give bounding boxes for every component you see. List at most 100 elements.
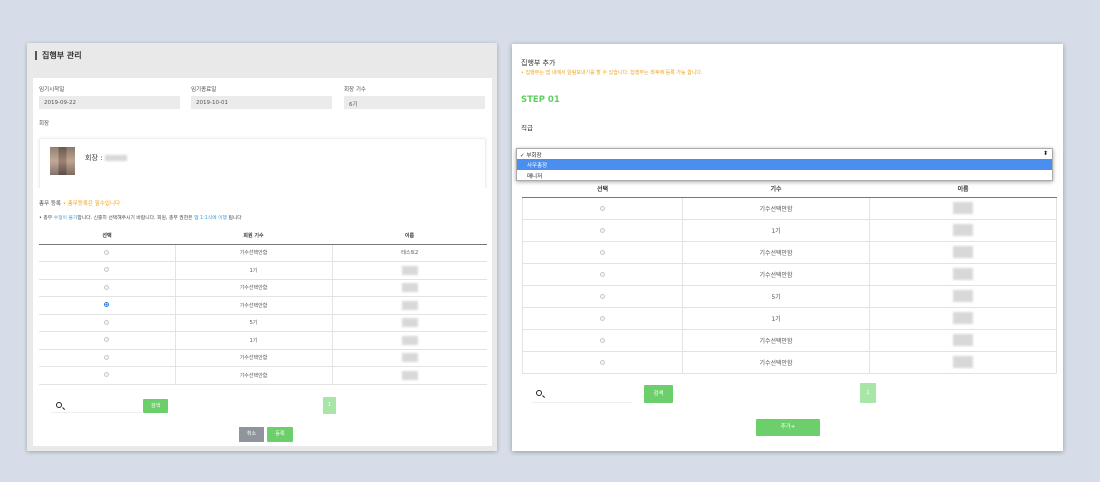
select-radio[interactable] — [600, 337, 605, 343]
select-cell — [522, 285, 683, 308]
term-start-field[interactable]: 2019-09-22 — [39, 96, 180, 109]
note-highlight-2: 앱 1:1식에 이행 — [194, 216, 227, 221]
table-row[interactable]: 1기 — [522, 219, 1057, 242]
table-row[interactable]: 기수선택안함 — [39, 296, 487, 315]
panel-header: 집행부 관리 — [27, 43, 497, 73]
select-cell — [39, 331, 176, 350]
col-header-name: 이름 — [869, 181, 1057, 198]
table-row[interactable]: 기수선택안함 — [522, 329, 1057, 352]
select-radio[interactable] — [600, 271, 605, 277]
title-bar-marker — [35, 51, 37, 60]
blurred-name — [953, 224, 973, 236]
select-radio[interactable] — [104, 267, 110, 273]
rank-label: 직급 — [521, 124, 533, 132]
note-suffix: 됩니다 — [226, 216, 242, 221]
table-row[interactable]: 기수선택안함 — [39, 279, 487, 297]
cancel-button[interactable]: 취소 — [239, 427, 264, 442]
table-row[interactable]: 5기 — [522, 285, 1057, 308]
select-radio[interactable] — [104, 249, 110, 255]
term-end-field[interactable]: 2019-10-01 — [191, 96, 332, 109]
name-cell — [332, 366, 487, 385]
table-row[interactable]: 기수선택안함 — [522, 263, 1057, 286]
updown-caret-icon: ⬍ — [1042, 150, 1048, 157]
table-row[interactable]: 기수선택안함 테스트2 — [39, 244, 487, 262]
term-start-label: 임기시작일 — [39, 87, 65, 93]
name-cell — [332, 296, 487, 315]
select-radio[interactable] — [600, 249, 605, 255]
rank-select-current[interactable]: ✓ 부회장 ⬍ — [517, 149, 1052, 159]
select-radio[interactable] — [104, 319, 110, 325]
select-cell — [39, 296, 176, 315]
table-row[interactable]: 기수선택안함 — [522, 197, 1057, 220]
add-button[interactable]: 추가+ — [756, 419, 820, 436]
treasurer-register-card: 총무 등록 • 총무등록은 필수입니다 • 총무 수정이 불가합니다. 신중히 … — [33, 188, 492, 446]
president-label: 회장 — [39, 121, 50, 127]
president-gen-field[interactable]: 6기 — [344, 96, 485, 109]
president-name: 회장 : — [85, 153, 127, 163]
select-radio[interactable] — [104, 354, 110, 360]
name-cell — [332, 314, 487, 332]
table-row[interactable]: 기수선택안함 — [522, 241, 1057, 264]
select-cell — [39, 366, 176, 385]
name-cell — [869, 219, 1057, 242]
president-gen-label: 회장 기수 — [344, 87, 366, 93]
gen-cell: 기수선택안함 — [175, 366, 333, 385]
search-input[interactable] — [532, 385, 632, 403]
select-cell — [522, 241, 683, 264]
pagination-page-1[interactable]: 1 — [860, 383, 876, 403]
table-row[interactable]: 5기 — [39, 314, 487, 332]
blurred-name — [953, 202, 973, 214]
rank-select-dropdown[interactable]: ✓ 부회장 ⬍ 사무총장 매니저 — [516, 148, 1053, 181]
col-header-gen: 기수 — [682, 181, 870, 198]
select-radio[interactable] — [600, 227, 605, 233]
blurred-name — [401, 335, 418, 345]
search-input[interactable] — [51, 399, 142, 413]
select-radio[interactable] — [104, 337, 110, 343]
col-header-name: 이름 — [332, 228, 487, 245]
search-button[interactable]: 검색 — [644, 385, 673, 403]
blurred-name — [401, 283, 418, 293]
select-radio[interactable] — [600, 315, 605, 321]
search-button[interactable]: 검색 — [143, 399, 168, 413]
name-cell — [332, 261, 487, 280]
table-row[interactable]: 기수선택안함 — [522, 351, 1057, 374]
select-radio[interactable] — [600, 359, 605, 365]
select-cell — [39, 314, 176, 332]
table-row[interactable]: 기수선택안함 — [39, 349, 487, 367]
register-button[interactable]: 등록 — [267, 427, 293, 442]
rank-selected-value: ✓ 부회장 — [520, 153, 542, 159]
note-highlight-1: 수정이 불가 — [53, 216, 78, 221]
executive-management-panel: 집행부 관리 임기시작일 2019-09-22 임기종료일 2019-10-01… — [27, 43, 497, 451]
table-row[interactable]: 1기 — [522, 307, 1057, 330]
table-row[interactable]: 1기 — [39, 331, 487, 350]
select-radio[interactable] — [104, 302, 110, 308]
executive-add-panel: 집행부 추가 • 집행부는 앱 내에서 알림보내기를 할 수 있습니다. 집행부… — [512, 44, 1063, 451]
name-cell — [869, 285, 1057, 308]
blurred-name — [401, 300, 418, 310]
treasurer-required-warning: • 총무등록은 필수입니다 — [62, 201, 121, 207]
rank-option-manager[interactable]: 매니저 — [517, 170, 1052, 181]
search-icon — [56, 402, 62, 408]
select-cell — [39, 349, 176, 367]
pagination-page-1[interactable]: 1 — [323, 397, 336, 414]
select-cell — [522, 329, 683, 352]
select-radio[interactable] — [600, 293, 605, 299]
gen-cell: 기수선택안함 — [682, 329, 870, 352]
select-cell — [522, 197, 683, 220]
name-cell — [869, 197, 1057, 220]
select-radio[interactable] — [104, 372, 110, 378]
table-row[interactable]: 기수선택안함 — [39, 366, 487, 385]
select-cell — [39, 244, 176, 262]
president-name-prefix: 회장 : — [85, 154, 103, 162]
select-radio[interactable] — [104, 284, 110, 290]
rank-option-secretary-general[interactable]: 사무총장 — [517, 159, 1052, 170]
blurred-name — [401, 265, 418, 275]
name-cell — [869, 263, 1057, 286]
select-radio[interactable] — [600, 205, 605, 211]
gen-cell: 기수선택안함 — [175, 244, 333, 262]
treasurer-title-text: 총무 등록 — [39, 201, 61, 207]
member-select-table: 선택 기수 이름 기수선택안함 1기 기수선택안함 기수선택안함 5기 1기 기수선택안함 기… — [522, 181, 1057, 374]
name-cell — [869, 307, 1057, 330]
table-row[interactable]: 1기 — [39, 261, 487, 280]
gen-cell: 기수선택안함 — [682, 263, 870, 286]
